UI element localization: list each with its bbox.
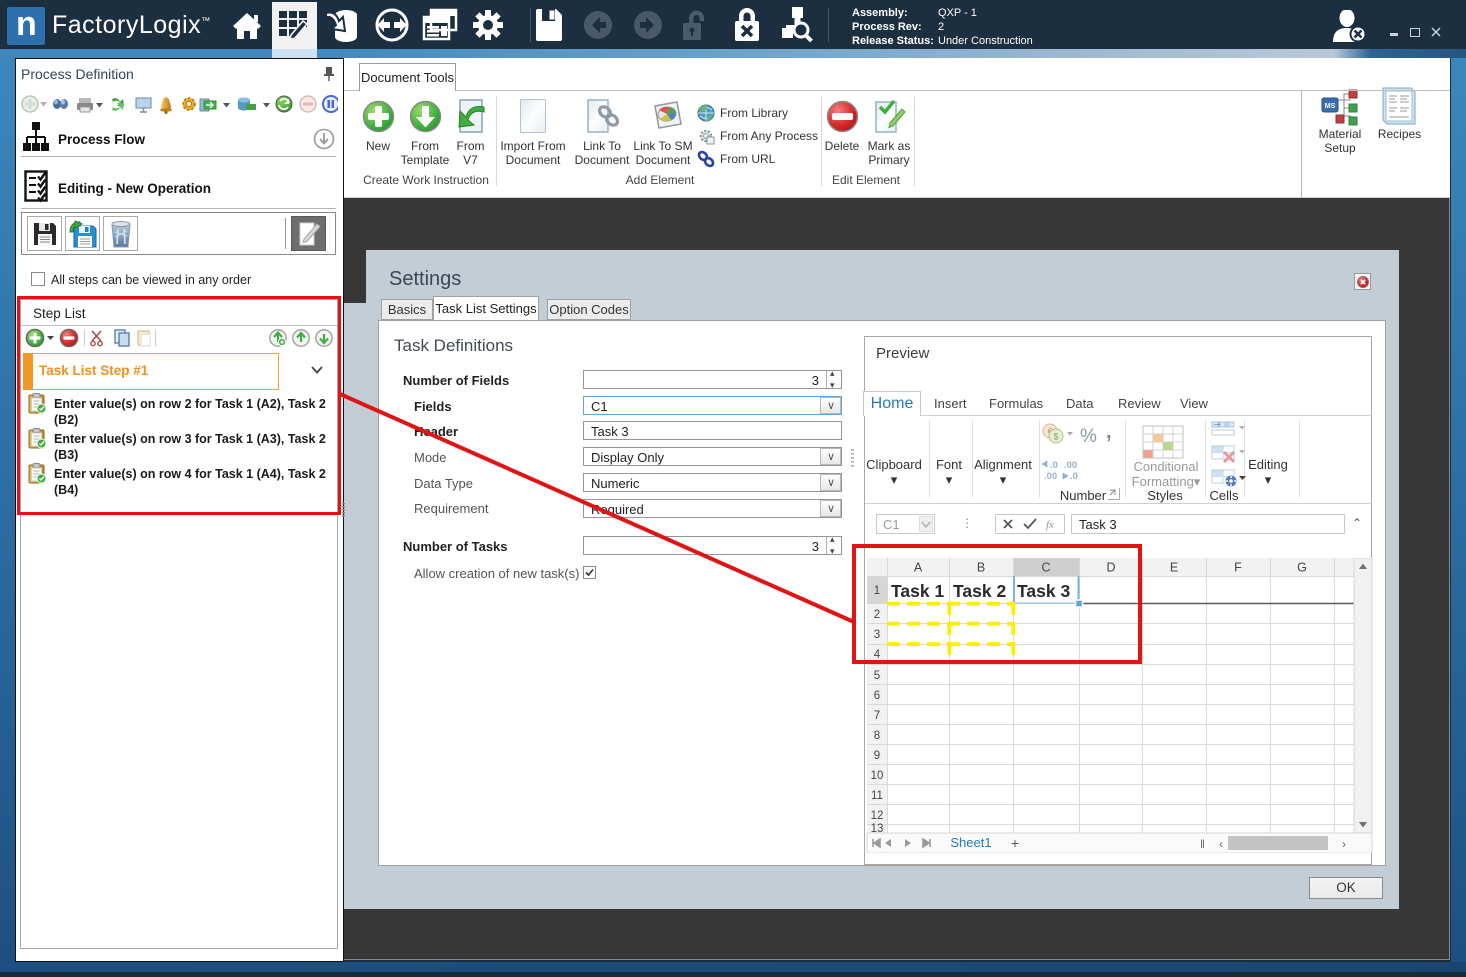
svg-text:‹: ‹ [1219,837,1223,851]
svg-text:10: 10 [871,770,884,782]
svg-text:,: , [1106,422,1112,443]
svg-text:%: % [1080,426,1097,447]
svg-text:12: 12 [871,810,884,822]
svg-text:‖: ‖ [1200,837,1205,851]
svg-text:5: 5 [874,670,880,682]
svg-text:6: 6 [874,690,880,702]
svg-text:G: G [1297,561,1307,575]
svg-text:.00: .00 [1064,460,1077,471]
svg-text:Sheet1: Sheet1 [950,835,991,850]
svg-text:.00: .00 [1044,471,1057,482]
svg-text:F: F [1234,561,1242,575]
svg-text:$: $ [1053,432,1058,442]
svg-text:+: + [1011,835,1019,851]
svg-text:9: 9 [874,750,880,762]
svg-text:11: 11 [871,790,883,802]
svg-text:8: 8 [874,730,880,742]
svg-text:7: 7 [874,710,880,722]
svg-text:.0: .0 [1070,471,1078,482]
svg-text:›: › [1342,837,1346,851]
svg-text:.0: .0 [1050,460,1058,471]
svg-text:E: E [1170,561,1178,575]
svg-text:fx: fx [1046,519,1054,531]
svg-text:MS: MS [1325,103,1336,110]
